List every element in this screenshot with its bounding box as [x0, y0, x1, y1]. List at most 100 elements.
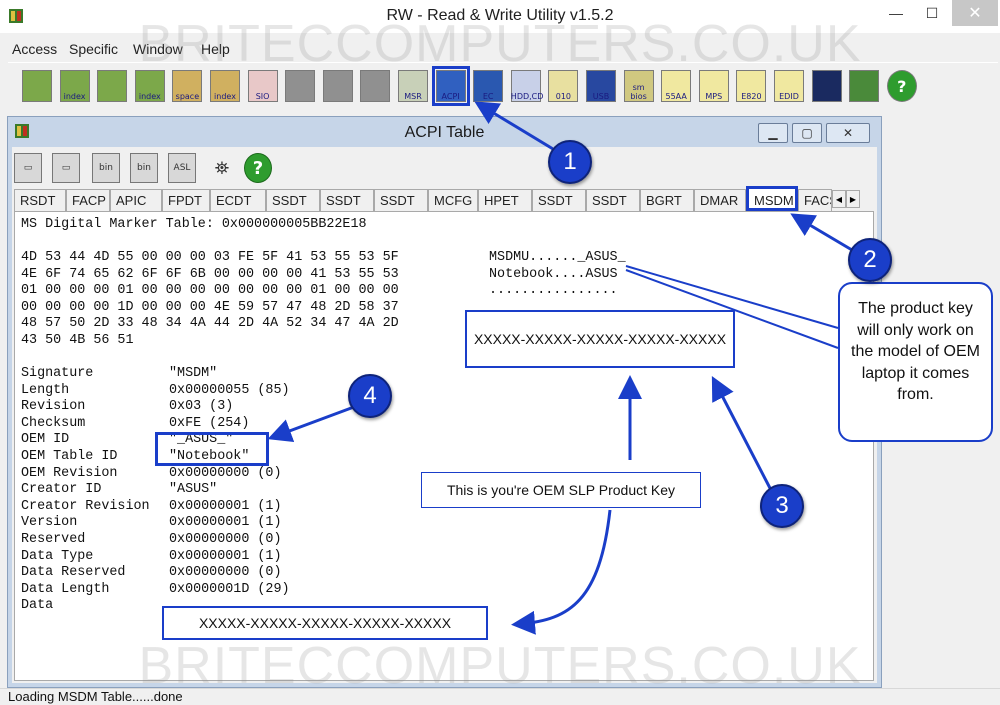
tab-dmar[interactable]: DMAR [694, 189, 746, 211]
disabled-icon-1[interactable] [285, 70, 316, 102]
menu-help[interactable]: Help [201, 41, 230, 57]
ascii-line: MSDMU......_ASUS_ [489, 250, 626, 265]
table-header: MS Digital Marker Table: 0x000000005BB22… [21, 217, 367, 232]
field-name: Version [21, 515, 78, 531]
disabled-icon-1-glyph [285, 70, 316, 102]
save-icon[interactable]: ▭ [14, 153, 42, 183]
edid-icon[interactable]: EDID [774, 70, 804, 102]
battery-icon[interactable] [849, 70, 880, 102]
tab-facp[interactable]: FACP [66, 189, 110, 211]
io-space-icon[interactable]: space [172, 70, 203, 102]
save-bin-icon[interactable]: bin [92, 153, 120, 183]
menu-specific[interactable]: Specific [69, 41, 118, 57]
field-name: Checksum [21, 415, 86, 431]
e820-icon[interactable]: E820 [736, 70, 767, 102]
tab-fpdt[interactable]: FPDT [162, 189, 210, 211]
acpi-icon[interactable]: ACPI [431, 66, 470, 106]
tab-hpet[interactable]: HPET [478, 189, 532, 211]
field-name: Data Reserved [21, 565, 126, 581]
memory-icon[interactable] [97, 70, 128, 102]
ec-icon[interactable]: EC [473, 70, 504, 102]
battery-icon-glyph [849, 70, 880, 102]
badge-1: 1 [548, 140, 592, 184]
slp-key-label: This is you're OEM SLP Product Key [421, 472, 701, 508]
tab-msdm[interactable]: MSDM [746, 186, 798, 211]
status-bar: Loading MSDM Table......done [0, 688, 1000, 705]
child-minimize-button[interactable]: ▁ [758, 123, 788, 143]
child-maximize-button[interactable]: ▢ [792, 123, 822, 143]
field-name: Creator ID [21, 482, 102, 498]
smbios-icon-label: sm bios [630, 83, 647, 101]
tab-ssdt[interactable]: SSDT [374, 189, 428, 211]
window-title: RW - Read & Write Utility v1.5.2 [386, 7, 614, 24]
tab-scroll-right-icon[interactable]: ▶ [846, 190, 860, 208]
save-all-bin-icon[interactable]: bin [130, 153, 158, 183]
save-all-icon[interactable]: ▭ [52, 153, 80, 183]
field-name: Creator Revision [21, 498, 150, 514]
field-name: Data Length [21, 581, 110, 597]
product-key-box: XXXXX-XXXXX-XXXXX-XXXXX-XXXXX [465, 310, 735, 368]
menu-bar: Access Specific Window Help [0, 38, 1000, 60]
e55aa-icon-label: 55AA [665, 92, 687, 101]
field-name: Data [21, 598, 54, 614]
help-icon[interactable]: ? [886, 70, 917, 102]
tab-mcfg[interactable]: MCFG [428, 189, 478, 211]
msr-icon[interactable]: MSR [398, 70, 428, 102]
field-value: 0x00000000 (0) [169, 565, 282, 581]
hex-line: 4E 6F 74 65 62 6F 6F 6B 00 00 00 00 41 5… [21, 266, 399, 282]
pci-icon[interactable] [22, 70, 52, 102]
hex-line: 4D 53 44 4D 55 00 00 00 03 FE 5F 41 53 5… [21, 250, 399, 265]
close-button[interactable]: ✕ [952, 0, 998, 26]
help-icon-label: ? [897, 77, 907, 96]
io-space-icon-label: space [175, 92, 200, 101]
child-close-button[interactable]: ✕ [826, 123, 870, 143]
tab-ssdt[interactable]: SSDT [586, 189, 640, 211]
field-name: OEM ID [21, 432, 70, 448]
disabled-icon-3[interactable] [360, 70, 391, 102]
tab-ssdt[interactable]: SSDT [532, 189, 586, 211]
memory-icon-glyph [97, 70, 128, 102]
tab-ecdt[interactable]: ECDT [210, 189, 266, 211]
field-name: OEM Revision [21, 465, 118, 481]
menu-window[interactable]: Window [133, 41, 183, 57]
pci-index-icon[interactable]: index [59, 70, 90, 102]
tab-scroll-left-icon[interactable]: ◀ [832, 190, 846, 208]
field-value: "MSDM" [169, 366, 218, 381]
console-icon[interactable] [811, 70, 842, 102]
memory-index-icon[interactable]: index [134, 70, 165, 102]
spd-icon[interactable]: 010 [548, 70, 579, 102]
hdd-cd-icon[interactable]: HDD,CD [510, 70, 543, 102]
acpi-toolbar: ▭ ▭ bin bin ASL ⛯ ? [12, 149, 877, 187]
field-name: Revision [21, 399, 86, 415]
e55aa-icon[interactable]: 55AA [661, 70, 692, 102]
tab-rsdt[interactable]: RSDT [14, 189, 66, 211]
io-index-icon[interactable]: index [210, 70, 240, 102]
menu-access[interactable]: Access [12, 41, 57, 57]
main-toolbar: index index space index SIO MSR ACPI EC HDD,CD 01… [8, 62, 998, 110]
tab-ssdt[interactable]: SSDT [266, 189, 320, 211]
acpi-window-title: ACPI Table [404, 124, 485, 141]
help-icon[interactable]: ? [244, 153, 272, 183]
e820-icon-label: E820 [741, 92, 762, 101]
sio-icon[interactable]: SIO [247, 70, 278, 102]
data-key-box: XXXXX-XXXXX-XXXXX-XXXXX-XXXXX [162, 606, 488, 640]
pci-index-icon-label: index [63, 92, 86, 101]
save-asl-icon[interactable]: ASL [168, 153, 196, 183]
disabled-icon-2[interactable] [322, 70, 353, 102]
field-name: Signature [21, 366, 94, 381]
badge-4: 4 [348, 374, 392, 418]
tab-ssdt[interactable]: SSDT [320, 189, 374, 211]
field-value: 0x00000000 (0) [169, 532, 282, 547]
mps-icon[interactable]: MPS [698, 70, 729, 102]
usb-icon[interactable]: USB [586, 70, 616, 102]
field-name: OEM Table ID [21, 449, 118, 464]
tab-apic[interactable]: APIC [110, 189, 162, 211]
tab-facs[interactable]: FACS [798, 189, 832, 211]
smbios-icon[interactable]: sm bios [623, 70, 654, 102]
field-value: 0x03 (3) [169, 399, 234, 415]
maximize-button[interactable]: ☐ [914, 0, 950, 26]
tab-bgrt[interactable]: BGRT [640, 189, 694, 211]
usb-icon-label: USB [592, 92, 610, 101]
binoculars-icon[interactable]: ⛯ [208, 153, 236, 183]
minimize-button[interactable]: — [878, 0, 914, 26]
